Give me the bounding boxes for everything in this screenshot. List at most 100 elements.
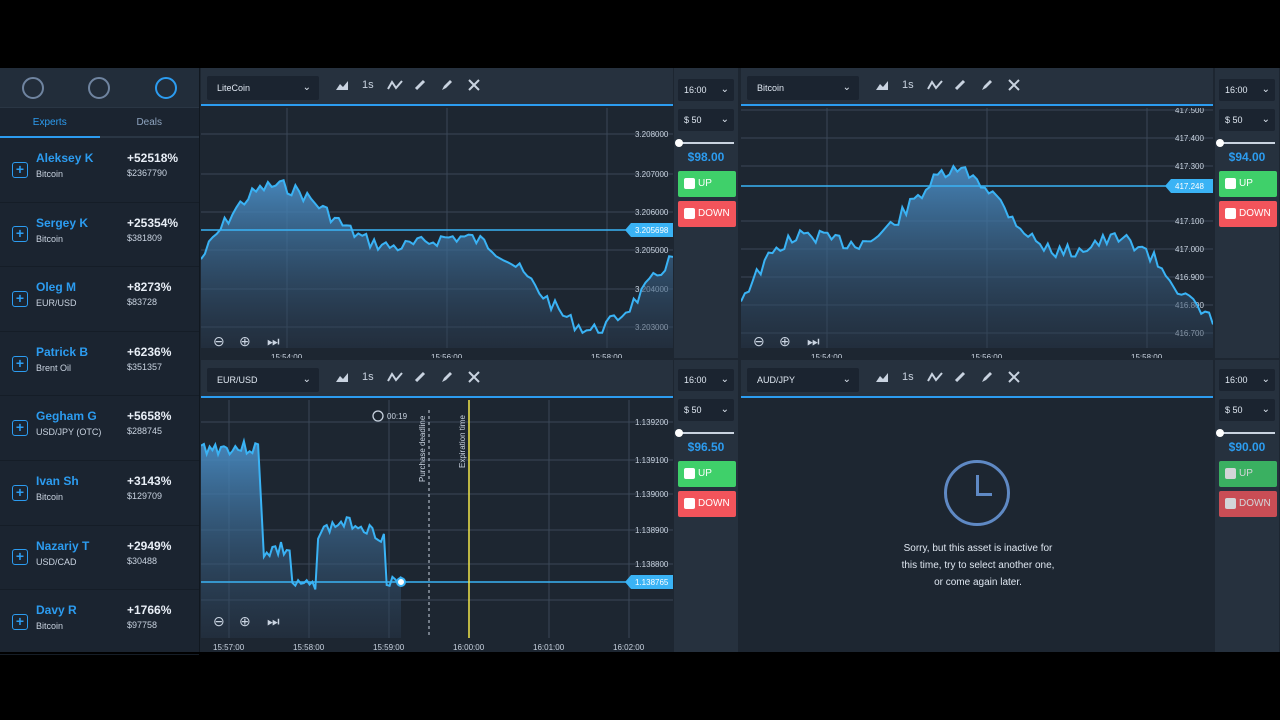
- close-icon[interactable]: [1008, 79, 1020, 91]
- indicator-icon[interactable]: [927, 79, 943, 91]
- slider-knob[interactable]: [1216, 139, 1224, 147]
- slider-knob[interactable]: [675, 429, 683, 437]
- amount-select[interactable]: $ 50 ⌄: [1219, 109, 1275, 131]
- up-button[interactable]: UP: [1219, 171, 1277, 197]
- pencil-icon[interactable]: [981, 371, 993, 383]
- asset-select[interactable]: Bitcoin ⌄: [747, 76, 859, 100]
- amount-slider[interactable]: [675, 139, 734, 147]
- trade-panel-litecoin: 16:00 ⌄ $ 50 ⌄ $98.00 UP DOWN: [674, 68, 738, 358]
- add-expert-icon[interactable]: +: [12, 549, 28, 566]
- close-icon[interactable]: [1008, 371, 1020, 383]
- down-button[interactable]: DOWN: [678, 201, 736, 227]
- skip-icon[interactable]: ⏭: [807, 333, 820, 350]
- interval-button[interactable]: 1s: [902, 79, 914, 91]
- expert-name[interactable]: Sergey K: [36, 216, 88, 230]
- filter-icon[interactable]: [88, 76, 111, 99]
- down-button[interactable]: DOWN: [1219, 201, 1277, 227]
- add-expert-icon[interactable]: +: [12, 161, 28, 178]
- amount-slider[interactable]: [1216, 429, 1275, 437]
- area-chart-icon[interactable]: [335, 79, 349, 91]
- up-icon: [1225, 468, 1236, 479]
- expert-name[interactable]: Davy R: [36, 603, 77, 617]
- chevron-down-icon: ⌄: [302, 374, 311, 385]
- price-chart-svg[interactable]: 3.2080003.2070003.2060003.2050003.204000…: [201, 108, 673, 358]
- add-expert-icon[interactable]: +: [12, 226, 28, 243]
- area-chart-icon[interactable]: [875, 371, 889, 383]
- expert-row[interactable]: + Patrick B Brent Oil +6236% $351357: [0, 332, 199, 397]
- expert-row[interactable]: + Aleksey K Bitcoin +52518% $2367790: [0, 138, 199, 203]
- up-button[interactable]: UP: [678, 171, 736, 197]
- add-expert-icon[interactable]: +: [12, 420, 28, 437]
- zoom-out-icon[interactable]: ⊖: [213, 613, 225, 630]
- star-icon[interactable]: [154, 76, 177, 99]
- area-chart-icon[interactable]: [335, 371, 349, 383]
- interval-button[interactable]: 1s: [362, 79, 374, 91]
- search-icon[interactable]: [22, 76, 45, 99]
- expert-row[interactable]: + Davy R Bitcoin +1766% $97758: [0, 590, 199, 655]
- slider-knob[interactable]: [1216, 429, 1224, 437]
- price-chart[interactable]: 3.2080003.2070003.2060003.2050003.204000…: [201, 108, 673, 358]
- price-chart[interactable]: 1.139200 1.139100 1.139000 1.138900 1.138800…: [201, 400, 673, 652]
- close-icon[interactable]: [468, 79, 480, 91]
- expert-name[interactable]: Aleksey K: [36, 151, 93, 165]
- expiry-time-select[interactable]: 16:00 ⌄: [1219, 79, 1275, 101]
- area-chart-icon[interactable]: [875, 79, 889, 91]
- ruler-icon[interactable]: [414, 371, 426, 383]
- zoom-in-icon[interactable]: ⊕: [239, 333, 251, 350]
- down-button[interactable]: DOWN: [678, 491, 736, 517]
- close-icon[interactable]: [468, 371, 480, 383]
- pencil-icon[interactable]: [441, 371, 453, 383]
- ruler-icon[interactable]: [414, 79, 426, 91]
- amount-select[interactable]: $ 50 ⌄: [678, 399, 734, 421]
- zoom-in-icon[interactable]: ⊕: [779, 333, 791, 350]
- amount-select[interactable]: $ 50 ⌄: [1219, 399, 1275, 421]
- asset-select[interactable]: AUD/JPY ⌄: [747, 368, 859, 392]
- indicator-icon[interactable]: [387, 371, 403, 383]
- expiry-time-select[interactable]: 16:00 ⌄: [678, 369, 734, 391]
- expiry-time-select[interactable]: 16:00 ⌄: [678, 79, 734, 101]
- expert-row[interactable]: + Ivan Sh Bitcoin +3143% $129709: [0, 461, 199, 526]
- amount-slider[interactable]: [675, 429, 734, 437]
- amount-slider[interactable]: [1216, 139, 1275, 147]
- expert-name[interactable]: Oleg M: [36, 280, 76, 294]
- interval-button[interactable]: 1s: [362, 371, 374, 383]
- zoom-in-icon[interactable]: ⊕: [239, 613, 251, 630]
- pencil-icon[interactable]: [441, 79, 453, 91]
- zoom-out-icon[interactable]: ⊖: [753, 333, 765, 350]
- indicator-icon[interactable]: [927, 371, 943, 383]
- pencil-icon[interactable]: [981, 79, 993, 91]
- expert-name[interactable]: Patrick B: [36, 345, 88, 359]
- skip-icon[interactable]: ⏭: [267, 333, 280, 350]
- expert-row[interactable]: + Gegham G USD/JPY (OTC) +5658% $288745: [0, 396, 199, 461]
- expert-name[interactable]: Ivan Sh: [36, 474, 79, 488]
- price-chart[interactable]: 417.500 417.400 417.300 417.100 417.000 416.9…: [741, 108, 1213, 358]
- chevron-down-icon: ⌄: [302, 82, 311, 93]
- skip-icon[interactable]: ⏭: [267, 613, 280, 630]
- price-chart-svg[interactable]: 417.500 417.400 417.300 417.100 417.000 416.9…: [741, 108, 1213, 358]
- add-expert-icon[interactable]: +: [12, 484, 28, 501]
- add-expert-icon[interactable]: +: [12, 290, 28, 307]
- tab-experts[interactable]: Experts: [0, 108, 100, 136]
- up-button[interactable]: UP: [1219, 461, 1277, 487]
- slider-knob[interactable]: [675, 139, 683, 147]
- ruler-icon[interactable]: [954, 371, 966, 383]
- indicator-icon[interactable]: [387, 79, 403, 91]
- ruler-icon[interactable]: [954, 79, 966, 91]
- expert-row[interactable]: + Oleg M EUR/USD +8273% $83728: [0, 267, 199, 332]
- expert-profit-amount: $2367790: [127, 168, 168, 178]
- expert-row[interactable]: + Sergey K Bitcoin +25354% $381809: [0, 203, 199, 268]
- asset-select[interactable]: EUR/USD ⌄: [207, 368, 319, 392]
- interval-button[interactable]: 1s: [902, 371, 914, 383]
- expiry-time-select[interactable]: 16:00 ⌄: [1219, 369, 1275, 391]
- expert-name[interactable]: Gegham G: [36, 409, 97, 423]
- add-expert-icon[interactable]: +: [12, 355, 28, 372]
- asset-select[interactable]: LiteCoin ⌄: [207, 76, 319, 100]
- expert-row[interactable]: + Nazariy T USD/CAD +2949% $30488: [0, 526, 199, 591]
- amount-select[interactable]: $ 50 ⌄: [678, 109, 734, 131]
- add-expert-icon[interactable]: +: [12, 613, 28, 630]
- tab-deals[interactable]: Deals: [100, 108, 200, 136]
- up-button[interactable]: UP: [678, 461, 736, 487]
- expert-name[interactable]: Nazariy T: [36, 539, 89, 553]
- down-button[interactable]: DOWN: [1219, 491, 1277, 517]
- zoom-out-icon[interactable]: ⊖: [213, 333, 225, 350]
